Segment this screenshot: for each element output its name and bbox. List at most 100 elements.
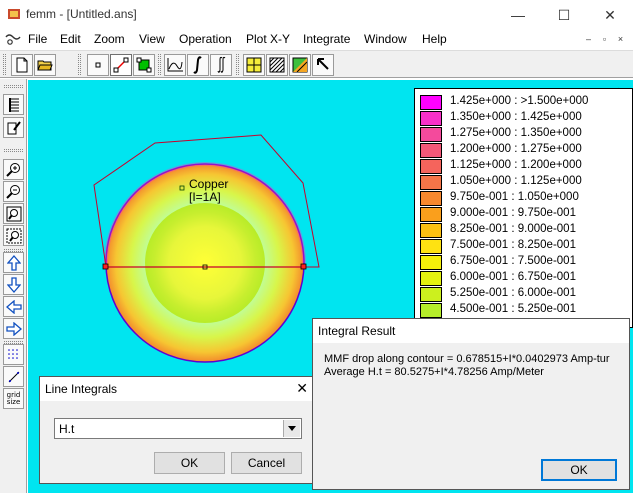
legend-row: 7.500e-001 : 8.250e-001 bbox=[420, 238, 630, 254]
legend-row: 1.275e+000 : 1.350e+000 bbox=[420, 126, 630, 142]
legend-label: 8.250e-001 : 9.000e-001 bbox=[450, 223, 576, 235]
menu-operation[interactable]: Operation bbox=[179, 32, 232, 46]
legend-row: 6.750e-001 : 7.500e-001 bbox=[420, 254, 630, 270]
menu-help[interactable]: Help bbox=[422, 32, 447, 46]
grid-size-label-bottom: size bbox=[6, 397, 21, 406]
coil-inner-region bbox=[145, 203, 265, 323]
toolbar-grip[interactable] bbox=[3, 54, 6, 75]
maximize-button[interactable]: ☐ bbox=[541, 0, 587, 30]
menu-zoom[interactable]: Zoom bbox=[94, 32, 125, 46]
pan-down-button[interactable] bbox=[3, 274, 24, 295]
zoom-out-button[interactable] bbox=[3, 181, 24, 202]
toolbar-grip[interactable] bbox=[4, 85, 23, 88]
point-mode-button[interactable] bbox=[87, 54, 109, 76]
dialog-title-bar: Line Integrals ✕ bbox=[40, 377, 316, 401]
toolbar-grip[interactable] bbox=[4, 149, 23, 152]
contour-plot-button[interactable] bbox=[266, 54, 288, 76]
title-bar: femm - [Untitled.ans] — ☐ ✕ bbox=[0, 0, 633, 30]
legend-label: 1.275e+000 : 1.350e+000 bbox=[450, 127, 582, 139]
menu-window[interactable]: Window bbox=[364, 32, 407, 46]
pan-up-button[interactable] bbox=[3, 252, 24, 273]
dropdown-button[interactable] bbox=[283, 420, 300, 437]
average-ht-result-text: Average H.t = 80.5275+I*4.78256 Amp/Mete… bbox=[324, 366, 544, 378]
toolbar-grip[interactable] bbox=[236, 54, 239, 75]
legend-row: 9.750e-001 : 1.050e+000 bbox=[420, 190, 630, 206]
area-integral-icon bbox=[217, 56, 226, 73]
integral-result-dialog: Integral Result MMF drop along contour =… bbox=[312, 318, 630, 490]
open-file-button[interactable] bbox=[34, 54, 56, 76]
contour-node-right[interactable] bbox=[300, 263, 307, 270]
zoom-natural-icon bbox=[6, 206, 21, 221]
snap-grid-button[interactable] bbox=[3, 366, 24, 387]
legend-swatch bbox=[420, 239, 442, 254]
legend-label: 1.350e+000 : 1.425e+000 bbox=[450, 111, 582, 123]
menu-bar: File Edit Zoom View Operation Plot X-Y I… bbox=[0, 30, 633, 49]
legend-label: 5.250e-001 : 6.000e-001 bbox=[450, 287, 576, 299]
legend-row: 1.350e+000 : 1.425e+000 bbox=[420, 110, 630, 126]
legend-label: 4.500e-001 : 5.250e-001 bbox=[450, 303, 576, 315]
line-integrals-dialog: Line Integrals ✕ H.t OK Cancel bbox=[39, 376, 317, 484]
menu-file[interactable]: File bbox=[28, 32, 47, 46]
menu-integrate[interactable]: Integrate bbox=[303, 32, 350, 46]
mdi-close-button[interactable]: × bbox=[614, 33, 627, 45]
mdi-minimize-button[interactable]: – bbox=[582, 33, 595, 45]
density-plot-button[interactable] bbox=[243, 54, 265, 76]
dialog-title-bar: Integral Result bbox=[313, 319, 629, 343]
legend-swatch bbox=[420, 127, 442, 142]
legend-swatch bbox=[420, 223, 442, 238]
dialog-close-icon[interactable]: ✕ bbox=[296, 380, 308, 397]
legend-swatch bbox=[420, 271, 442, 286]
legend-row: 5.250e-001 : 6.000e-001 bbox=[420, 286, 630, 302]
contour-node-left[interactable] bbox=[102, 263, 109, 270]
minimize-icon: — bbox=[511, 7, 525, 23]
pan-right-button[interactable] bbox=[3, 318, 24, 339]
legend-row: 6.000e-001 : 6.750e-001 bbox=[420, 270, 630, 286]
plot-xy-button[interactable] bbox=[164, 54, 186, 76]
select-button[interactable] bbox=[312, 54, 334, 76]
area-mode-icon bbox=[136, 57, 152, 73]
menu-view[interactable]: View bbox=[139, 32, 165, 46]
ok-button[interactable]: OK bbox=[154, 452, 225, 474]
close-button[interactable]: ✕ bbox=[587, 0, 633, 30]
pan-left-icon bbox=[5, 299, 22, 314]
zoom-natural-button[interactable] bbox=[3, 203, 24, 224]
vector-plot-button[interactable] bbox=[289, 54, 311, 76]
line-integral-button[interactable] bbox=[187, 54, 209, 76]
edit-label-button[interactable] bbox=[3, 117, 24, 138]
zoom-out-icon bbox=[5, 184, 20, 199]
integral-type-select[interactable]: H.t bbox=[54, 418, 302, 439]
legend-row: 9.000e-001 : 9.750e-001 bbox=[420, 206, 630, 222]
mdi-restore-button[interactable]: ▫ bbox=[598, 33, 611, 45]
legend-label: 9.000e-001 : 9.750e-001 bbox=[450, 207, 576, 219]
zoom-window-button[interactable] bbox=[3, 225, 24, 246]
grid-size-button[interactable]: grid size bbox=[3, 388, 24, 409]
minimize-button[interactable]: — bbox=[495, 0, 541, 30]
legend-row: 1.200e+000 : 1.275e+000 bbox=[420, 142, 630, 158]
zoom-in-button[interactable] bbox=[3, 159, 24, 180]
pan-up-icon bbox=[6, 254, 21, 271]
legend-row: 8.250e-001 : 9.000e-001 bbox=[420, 222, 630, 238]
show-grid-button[interactable] bbox=[3, 344, 24, 365]
integral-type-value: H.t bbox=[59, 422, 75, 436]
toolbar-grip[interactable] bbox=[78, 54, 81, 75]
toolbar-grip[interactable] bbox=[158, 54, 161, 75]
area-integral-button[interactable] bbox=[210, 54, 232, 76]
legend-label: 6.000e-001 : 6.750e-001 bbox=[450, 271, 576, 283]
legend-swatch bbox=[420, 175, 442, 190]
ok-button[interactable]: OK bbox=[541, 459, 617, 481]
legend-row: 4.500e-001 : 5.250e-001 bbox=[420, 302, 630, 318]
show-results-button[interactable] bbox=[3, 94, 24, 115]
cancel-button[interactable]: Cancel bbox=[231, 452, 302, 474]
block-label-current: [I=1A] bbox=[189, 190, 221, 204]
pan-left-button[interactable] bbox=[3, 296, 24, 317]
close-icon: ✕ bbox=[604, 6, 616, 23]
menu-plot-xy[interactable]: Plot X-Y bbox=[246, 32, 290, 46]
grid-size-icon: grid size bbox=[6, 391, 21, 406]
menu-edit[interactable]: Edit bbox=[60, 32, 81, 46]
contour-mode-button[interactable] bbox=[110, 54, 132, 76]
snap-grid-icon bbox=[8, 371, 19, 382]
document-icon[interactable] bbox=[5, 33, 21, 46]
area-mode-button[interactable] bbox=[133, 54, 155, 76]
show-grid-icon bbox=[7, 348, 18, 359]
new-file-button[interactable] bbox=[11, 54, 33, 76]
